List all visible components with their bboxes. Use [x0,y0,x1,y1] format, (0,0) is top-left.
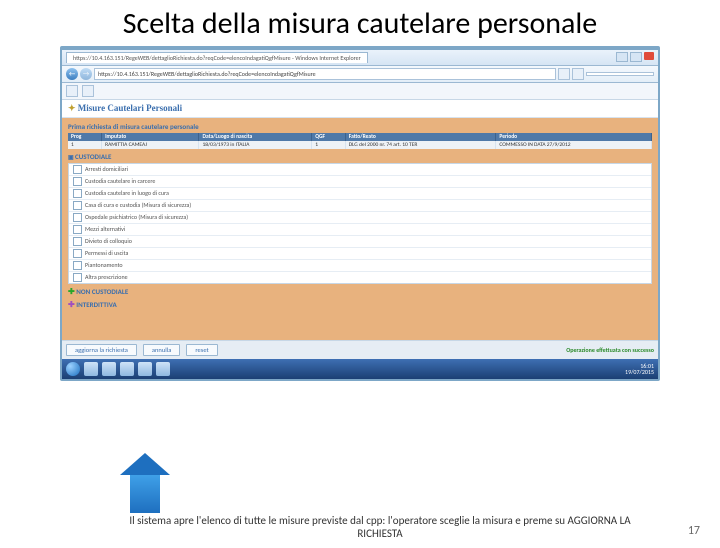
home-icon[interactable] [82,85,94,97]
stop-icon[interactable] [572,68,584,80]
checkbox-icon[interactable] [73,225,82,234]
cancel-button[interactable]: annulla [143,344,180,356]
checkbox-icon[interactable] [73,213,82,222]
status-message: Operazione effettuata con successo [566,346,654,354]
window-titlebar: https://10.4.163.151/RegeWEB/dettaglioRi… [62,50,658,66]
browser-tab[interactable]: https://10.4.163.151/RegeWEB/dettaglioRi… [66,52,368,63]
forward-icon[interactable]: → [80,68,92,80]
update-request-button[interactable]: aggiorna la richiesta [66,344,137,356]
close-icon[interactable] [644,52,654,60]
list-item[interactable]: Ospedale psichiatrico (Misura di sicurez… [69,212,651,224]
task-icon[interactable] [102,362,116,376]
checkbox-icon[interactable] [73,261,82,270]
search-input[interactable] [586,72,654,76]
col-reato: Fatto/Reato [345,133,496,141]
browser-window: https://10.4.163.151/RegeWEB/dettaglioRi… [60,46,660,381]
col-imputato: Imputato [102,133,199,141]
clock[interactable]: 16:0119/07/2015 [625,363,654,375]
list-item[interactable]: Permessi di uscita [69,248,651,260]
start-orb-icon[interactable] [66,362,80,376]
task-icon[interactable] [120,362,134,376]
list-item[interactable]: Divieto di colloquio [69,236,651,248]
checkbox-icon[interactable] [73,249,82,258]
table-row[interactable]: 1 RAMITTIA CAMEAJ 18/03/1973 in ITALIA 1… [68,141,652,149]
list-item[interactable]: Mezzi alternativi [69,224,651,236]
checkbox-icon[interactable] [73,273,82,282]
col-nascita: Data/Luogo di nascita [199,133,312,141]
task-icon[interactable] [84,362,98,376]
section-non-custodiale[interactable]: ✚ NON CUSTODIALE [68,287,652,297]
button-bar: aggiorna la richiesta annulla reset Oper… [62,340,658,359]
checkbox-icon[interactable] [73,165,82,174]
address-bar: ← → https://10.4.163.151/RegeWEB/dettagl… [62,66,658,83]
expand-icon: ✚ [68,287,75,297]
minimize-icon[interactable] [616,52,628,62]
callout-arrow [130,453,170,513]
content-subtitle: Prima richiesta di misura cautelare pers… [68,122,652,131]
list-item[interactable]: Altra prescrizione [69,272,651,283]
list-item[interactable]: Piantonamento [69,260,651,272]
url-input[interactable]: https://10.4.163.151/RegeWEB/dettaglioRi… [94,68,556,80]
list-item[interactable]: Custodia cautelare in luogo di cura [69,188,651,200]
page-title: ✦ Misure Cautelari Personali [62,100,658,118]
section-custodiale[interactable]: CUSTODIALE [68,152,652,161]
back-icon[interactable]: ← [66,68,78,80]
checkbox-icon[interactable] [73,201,82,210]
task-icon[interactable] [138,362,152,376]
slide-caption: Il sistema apre l'elenco di tutte le mis… [120,514,640,540]
list-item[interactable]: Casa di cura e custodia (Misura di sicur… [69,200,651,212]
col-periodo: Periodo [496,133,652,141]
expand-icon: ✚ [68,300,75,310]
task-icon[interactable] [156,362,170,376]
content-area: Prima richiesta di misura cautelare pers… [62,118,658,340]
taskbar: 16:0119/07/2015 [62,359,658,379]
checkbox-icon[interactable] [73,237,82,246]
col-prog: Prog [68,133,102,141]
reset-button[interactable]: reset [186,344,217,356]
checkbox-icon[interactable] [73,177,82,186]
checkbox-icon[interactable] [73,189,82,198]
favorites-bar [62,83,658,100]
refresh-icon[interactable] [558,68,570,80]
measure-list: Arresti domiciliari Custodia cautelare i… [68,163,652,284]
defendant-grid: Prog Imputato Data/Luogo di nascita QGF … [68,133,652,149]
col-qgf: QGF [312,133,345,141]
section-interdittiva[interactable]: ✚ INTERDITTIVA [68,300,652,310]
slide-title: Scelta della misura cautelare personale [40,8,680,40]
favorites-icon[interactable] [66,85,78,97]
maximize-icon[interactable] [630,52,642,62]
page-number: 17 [688,524,700,538]
list-item[interactable]: Custodia cautelare in carcere [69,176,651,188]
list-item[interactable]: Arresti domiciliari [69,164,651,176]
